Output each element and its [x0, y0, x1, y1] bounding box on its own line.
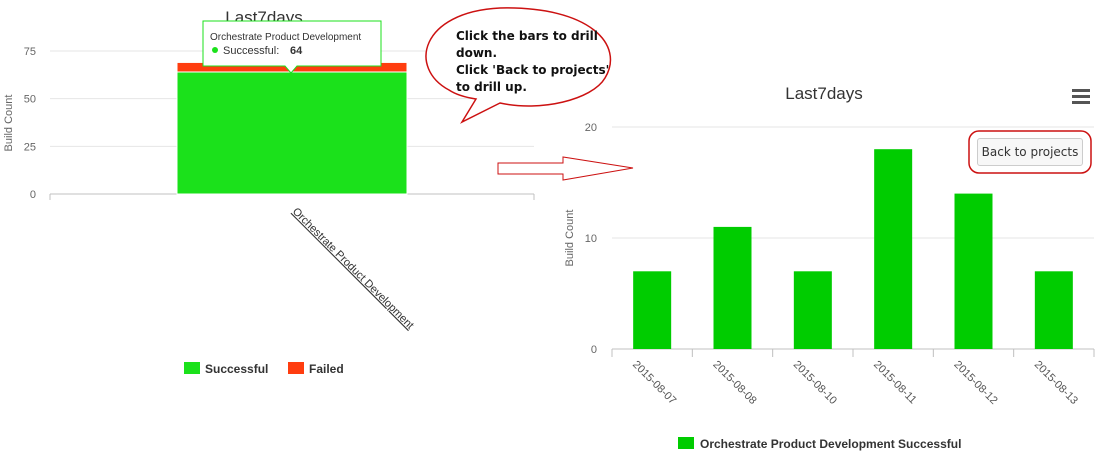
bar-tooltip: Orchestrate Product Development Successf…	[202, 20, 382, 74]
x-tick-label: 2015-08-12	[951, 359, 999, 407]
tooltip-series-name: Successful:	[223, 45, 279, 57]
drill-arrow-icon	[497, 156, 634, 181]
bar[interactable]	[1034, 271, 1073, 349]
left-chart-y-axis-label: Build Count	[3, 95, 15, 152]
legend-swatch[interactable]	[678, 437, 694, 449]
y-tick-label: 0	[591, 344, 597, 356]
y-tick-label: 50	[24, 94, 36, 106]
right-chart-title: Last7days	[785, 84, 863, 103]
x-tick-label: 2015-08-11	[871, 359, 919, 407]
callout-line: down.	[456, 46, 498, 60]
y-tick-label: 25	[24, 141, 36, 153]
right-chart-y-ticks: 0 10 20	[585, 122, 597, 356]
left-chart-x-ticks[interactable]: Orchestrate Product Development	[290, 206, 416, 332]
legend-label[interactable]: Failed	[309, 362, 344, 376]
right-chart-x-ticks: 2015-08-07 2015-08-08 2015-08-10 2015-08-11…	[630, 359, 1080, 407]
legend-label[interactable]: Successful	[205, 362, 268, 376]
bar[interactable]	[793, 271, 832, 349]
y-tick-label: 75	[24, 46, 36, 58]
right-chart-bars[interactable]	[633, 149, 1073, 349]
x-tick-label: 2015-08-10	[791, 359, 839, 407]
y-tick-label: 20	[585, 122, 597, 134]
x-tick-label[interactable]: Orchestrate Product Development	[290, 206, 416, 332]
y-tick-label: 10	[585, 233, 597, 245]
tooltip-series-dot	[212, 47, 218, 53]
legend-swatch[interactable]	[184, 362, 200, 374]
bar[interactable]	[954, 193, 993, 349]
left-chart-legend[interactable]: Successful Failed	[184, 362, 344, 376]
right-chart-legend[interactable]: Orchestrate Product Development Successf…	[678, 437, 961, 451]
x-tick-label: 2015-08-07	[630, 359, 678, 407]
bar-successful[interactable]	[176, 71, 408, 195]
callout-line: Click 'Back to projects'	[456, 63, 610, 77]
x-tick-label: 2015-08-08	[710, 359, 758, 407]
left-chart-bars[interactable]	[176, 61, 408, 195]
y-tick-label: 0	[30, 189, 36, 201]
x-tick-label: 2015-08-13	[1032, 359, 1080, 407]
bar[interactable]	[713, 226, 752, 349]
callout-text: Click the bars to drill down. Click 'Bac…	[456, 28, 626, 96]
bar[interactable]	[633, 271, 672, 349]
legend-label[interactable]: Orchestrate Product Development Successf…	[700, 437, 961, 451]
callout-line: to drill up.	[456, 80, 527, 94]
tooltip-value: 64	[290, 45, 303, 57]
tooltip-title: Orchestrate Product Development	[210, 32, 361, 43]
back-to-projects-button[interactable]: Back to projects	[977, 138, 1083, 166]
hamburger-menu-icon[interactable]	[1072, 89, 1090, 104]
bar[interactable]	[874, 149, 913, 349]
left-chart-y-ticks: 0 25 50 75	[24, 46, 36, 201]
callout-line: Click the bars to drill	[456, 29, 598, 43]
legend-swatch[interactable]	[288, 362, 304, 374]
right-chart-y-axis-label: Build Count	[564, 210, 576, 267]
